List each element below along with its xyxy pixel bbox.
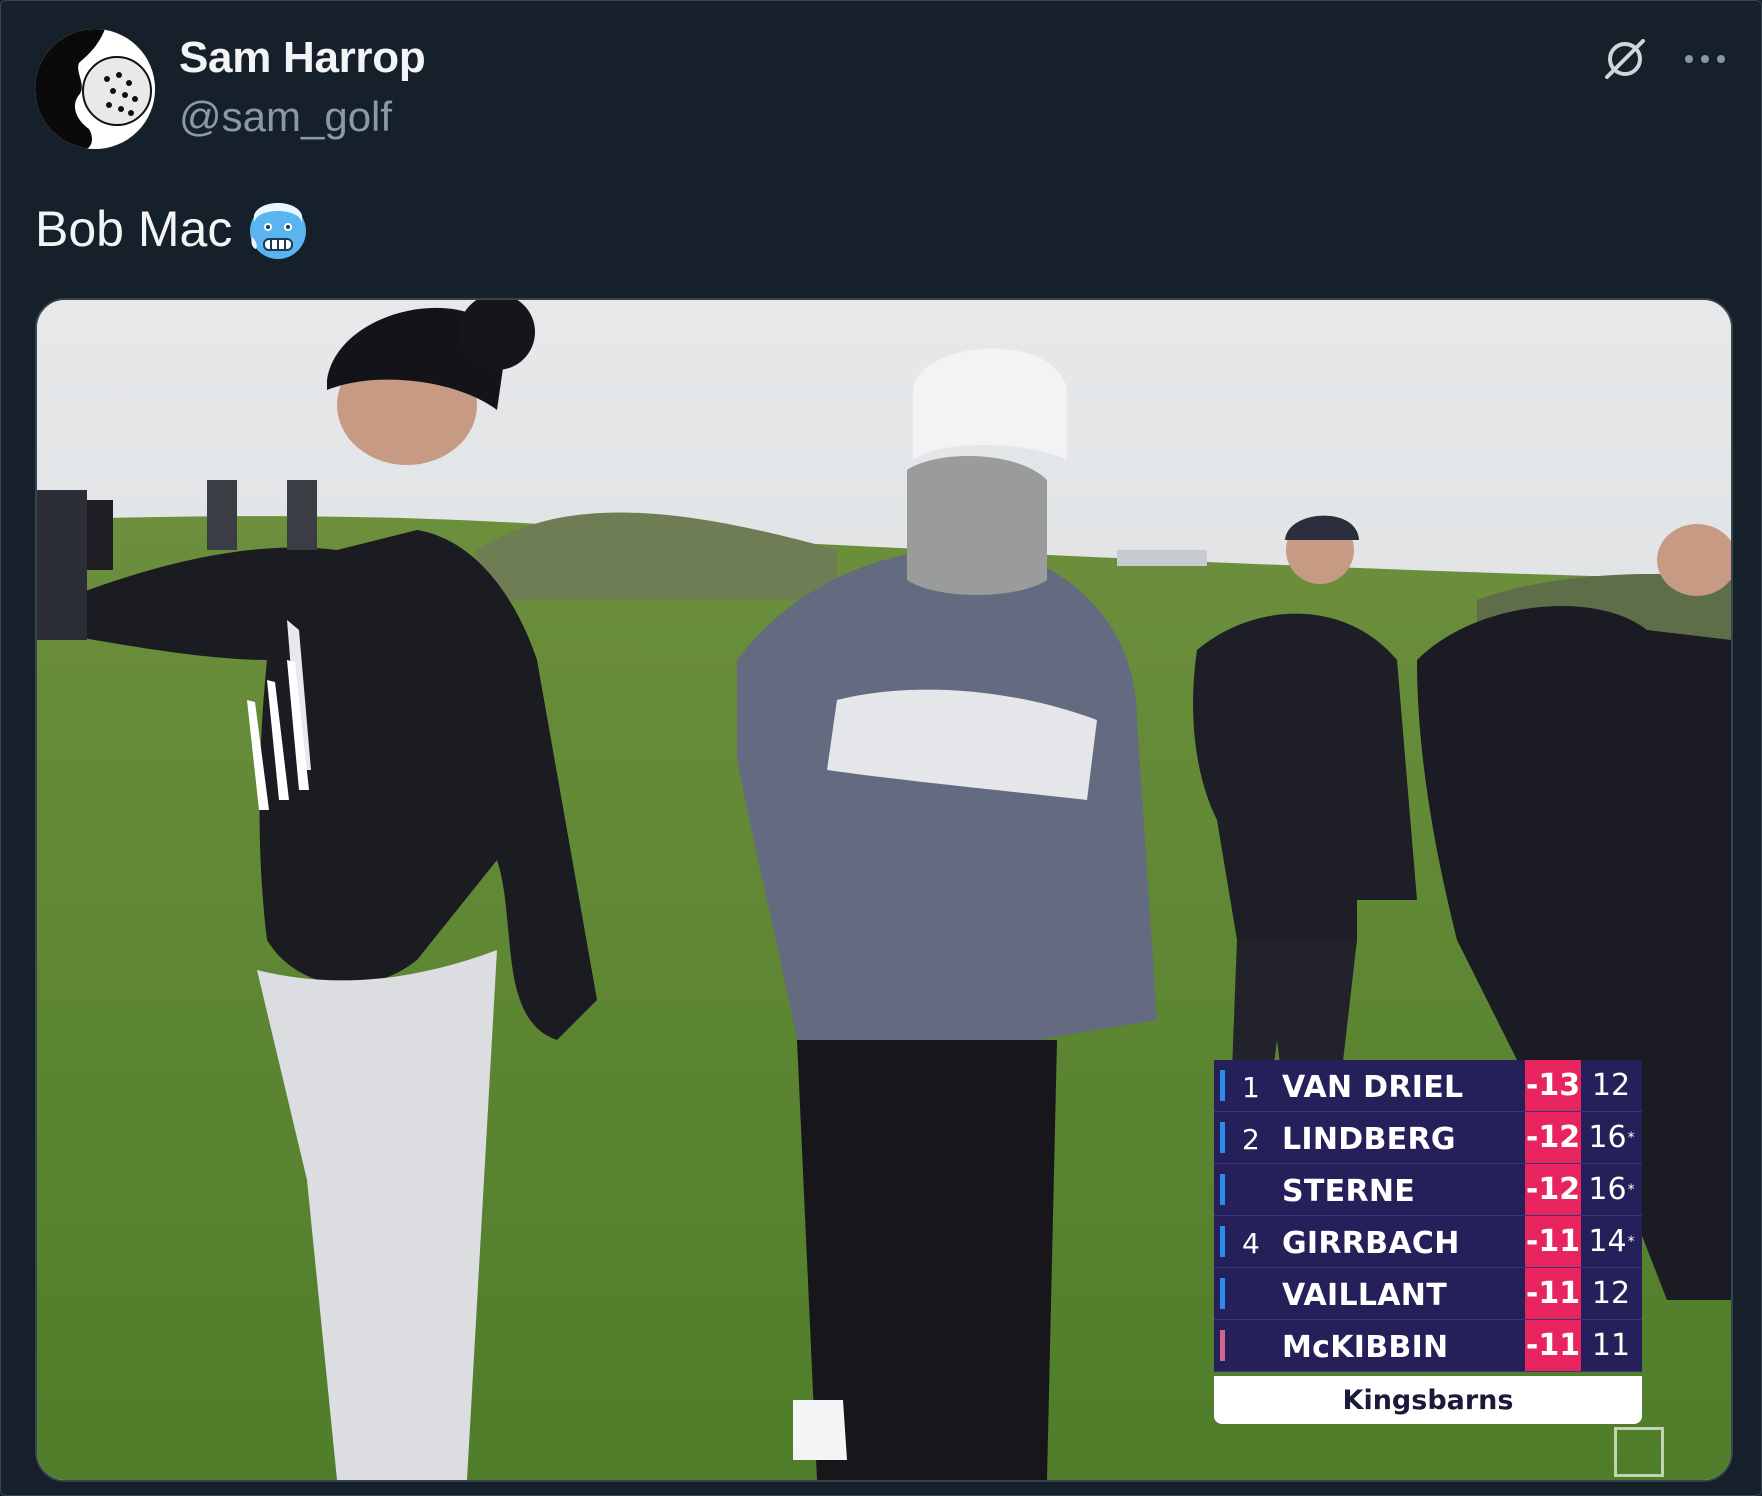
player-name: McKIBBIN — [1282, 1330, 1449, 1365]
holes-thru: 12 — [1581, 1060, 1642, 1111]
player-name: VAILLANT — [1282, 1278, 1447, 1313]
more-options-icon[interactable] — [1677, 31, 1733, 87]
player-name: LINDBERG — [1282, 1122, 1456, 1157]
back-nine-star: * — [1627, 1181, 1635, 1198]
player-position: 1 — [1242, 1071, 1260, 1104]
row-indicator-bar — [1220, 1330, 1225, 1361]
player-score: -11 — [1525, 1320, 1581, 1371]
player-score: -12 — [1525, 1164, 1581, 1215]
holes-thru: 14 * — [1581, 1216, 1642, 1267]
tweet-media-image[interactable]: 1 VAN DRIEL -13 12 2 LINDBERG -12 16 * ST… — [35, 298, 1733, 1482]
leaderboard-overlay: 1 VAN DRIEL -13 12 2 LINDBERG -12 16 * ST… — [1214, 1060, 1642, 1424]
holes-thru-value: 16 — [1588, 1120, 1627, 1155]
course-name: Kingsbarns — [1214, 1376, 1642, 1424]
row-indicator-bar — [1220, 1070, 1225, 1101]
leaderboard-row: 4 GIRRBACH -11 14 * — [1214, 1216, 1642, 1268]
leaderboard-row: STERNE -12 16 * — [1214, 1164, 1642, 1216]
holes-thru-value: 12 — [1591, 1276, 1631, 1311]
author-handle[interactable]: @sam_golf — [179, 93, 392, 141]
row-indicator-bar — [1220, 1122, 1225, 1153]
holes-thru-value: 14 — [1588, 1224, 1627, 1259]
holes-thru: 16 * — [1581, 1164, 1642, 1215]
leaderboard-row: 1 VAN DRIEL -13 12 — [1214, 1060, 1642, 1112]
holes-thru: 16 * — [1581, 1112, 1642, 1163]
player-name: VAN DRIEL — [1282, 1070, 1464, 1105]
tweet-text-body: Bob Mac — [35, 201, 233, 257]
back-nine-star: * — [1627, 1129, 1635, 1146]
row-indicator-bar — [1220, 1226, 1225, 1257]
holes-thru-value: 11 — [1591, 1328, 1631, 1363]
tweet-card[interactable]: Sam Harrop @sam_golf Bob Mac 1 VAN DRIEL… — [0, 0, 1762, 1496]
row-indicator-bar — [1220, 1278, 1225, 1309]
player-score: -11 — [1525, 1216, 1581, 1267]
holes-thru: 11 — [1581, 1320, 1642, 1371]
leaderboard-row: 2 LINDBERG -12 16 * — [1214, 1112, 1642, 1164]
player-score: -11 — [1525, 1268, 1581, 1319]
author-name[interactable]: Sam Harrop — [179, 33, 426, 83]
leaderboard-row: McKIBBIN -11 11 — [1214, 1320, 1642, 1372]
player-position: 2 — [1242, 1123, 1260, 1156]
author-avatar[interactable] — [35, 29, 155, 149]
holes-thru-value: 12 — [1591, 1068, 1631, 1103]
holes-thru-value: 16 — [1588, 1172, 1627, 1207]
player-score: -13 — [1525, 1060, 1581, 1111]
player-position: 4 — [1242, 1227, 1260, 1260]
back-nine-star: * — [1627, 1233, 1635, 1250]
row-indicator-bar — [1220, 1174, 1225, 1205]
broadcast-corner-box — [1614, 1427, 1664, 1477]
player-score: -12 — [1525, 1112, 1581, 1163]
cold-face-emoji-icon — [246, 197, 310, 261]
grok-icon[interactable] — [1597, 31, 1653, 87]
player-name: GIRRBACH — [1282, 1226, 1460, 1261]
leaderboard-row: VAILLANT -11 12 — [1214, 1268, 1642, 1320]
holes-thru: 12 — [1581, 1268, 1642, 1319]
player-name: STERNE — [1282, 1174, 1416, 1209]
tweet-text: Bob Mac — [35, 197, 310, 261]
